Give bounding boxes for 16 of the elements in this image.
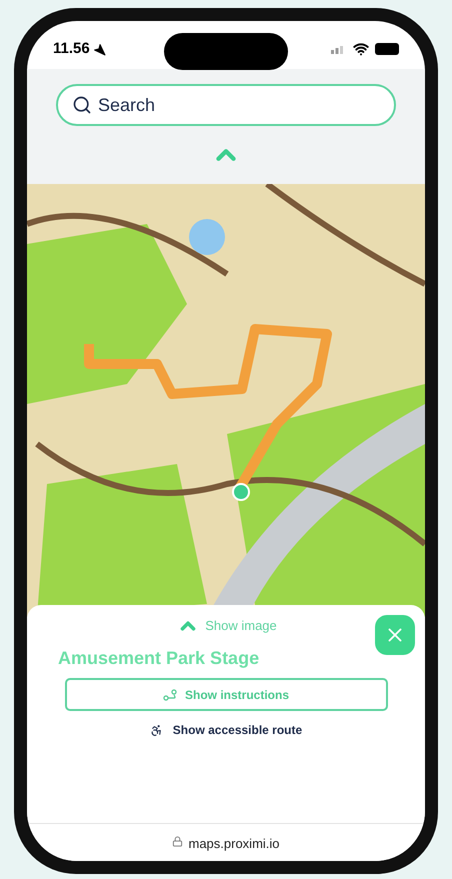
location-arrow-icon <box>92 42 106 56</box>
place-title: Amusement Park Stage <box>58 647 260 670</box>
route-icon <box>162 688 177 700</box>
wheelchair-icon <box>150 724 163 736</box>
search-icon <box>72 95 92 115</box>
status-time: 11.56 <box>53 38 90 59</box>
lock-icon <box>172 836 184 847</box>
location-dot-icon <box>232 483 250 501</box>
browser-address-bar[interactable]: maps.proximi.io <box>27 823 425 861</box>
search-field[interactable]: Search <box>56 84 396 126</box>
close-button[interactable] <box>375 615 415 655</box>
search-input[interactable]: Search <box>98 92 380 118</box>
battery-icon <box>375 43 399 55</box>
wifi-icon <box>353 41 369 57</box>
accessible-route-button[interactable]: Show accessible route <box>150 721 302 739</box>
url-text: maps.proximi.io <box>188 835 280 853</box>
